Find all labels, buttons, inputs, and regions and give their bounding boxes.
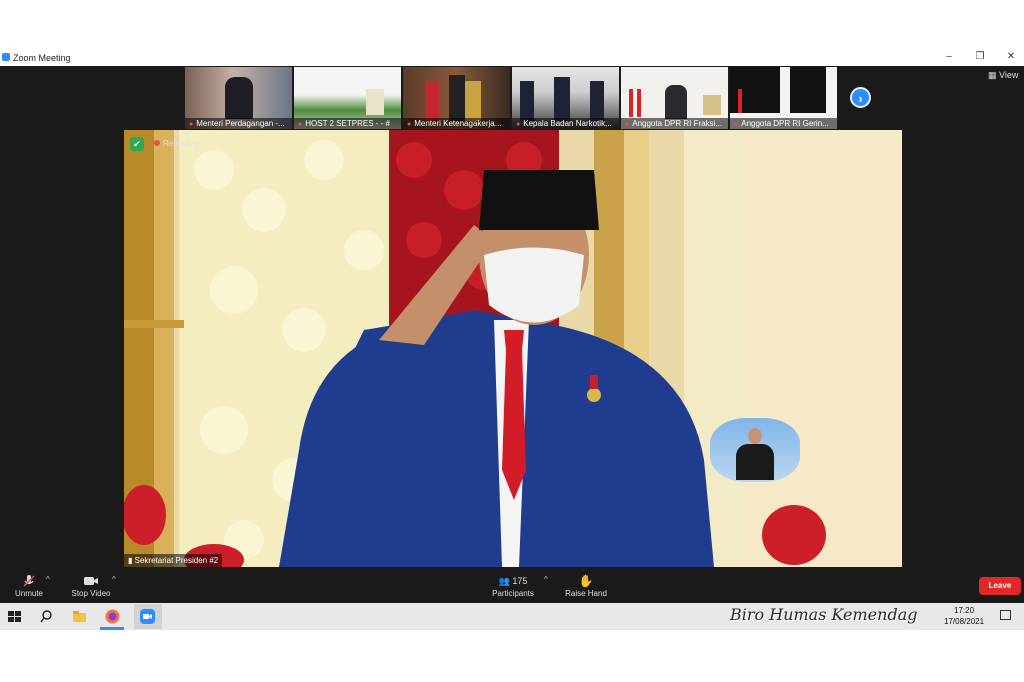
mic-muted-icon: ● (189, 121, 194, 128)
participants-icon: 👥 (498, 576, 513, 586)
watermark-text: Biro Humas Kemendag (730, 605, 918, 624)
mic-muted-icon: ● (407, 121, 412, 128)
window-titlebar: Zoom Meeting – ❐ ✕ (0, 50, 1024, 66)
flag-figure (629, 89, 633, 117)
recording-dot-icon (154, 140, 160, 146)
thumbnail-name: Anggota DPR RI Gerin... (741, 119, 829, 128)
grid-icon: ▦ (988, 70, 1000, 80)
video-camera-icon (84, 577, 98, 585)
window-title: Zoom Meeting (13, 53, 71, 63)
thumbnail-name: Menteri Perdagangan -... (196, 119, 285, 128)
recording-label: Recording (163, 139, 200, 148)
participant-figure (590, 81, 604, 121)
hand-icon: ✋ (578, 574, 594, 588)
search-icon[interactable] (38, 608, 55, 625)
participant-figure (449, 75, 465, 121)
participant-figure (366, 89, 384, 115)
mic-muted-icon: ● (734, 121, 739, 128)
meeting-window: ● Menteri Perdagangan -... ● HOST 2 SETPRE… (0, 66, 1024, 603)
participants-count: 175 (512, 576, 528, 586)
view-label: View (999, 70, 1019, 80)
zoom-taskbar-button[interactable] (134, 604, 162, 629)
meeting-toolbar: Unmute ^ Stop Video ^ 👥 175 Participants… (0, 569, 1024, 603)
thumbnail-video[interactable]: ● Kepala Badan Narkotik... (512, 67, 619, 129)
thumbnail-video[interactable]: ● Anggota DPR RI Fraksi... (621, 67, 728, 129)
system-clock[interactable]: 17:20 17/08/2021 (944, 605, 984, 627)
participant-figure (425, 81, 439, 121)
participant-figure (465, 81, 481, 121)
clock-time: 17:20 (954, 606, 975, 615)
speaker-video-frame (124, 130, 902, 567)
speaker-name-label: ▮ Sekretariat Presiden #2 (124, 554, 223, 567)
stop-video-button[interactable]: Stop Video (68, 573, 114, 598)
thumbnail-name: HOST 2 SETPRES - - # (305, 119, 390, 128)
active-app-indicator (100, 627, 124, 630)
thumbnail-video[interactable]: ● Menteri Perdagangan -... (185, 67, 292, 129)
zoom-app-icon (140, 609, 155, 624)
main-speaker-video[interactable]: ✔ Recording ▮ Sekretariat Presiden #2 (124, 130, 902, 567)
participant-figure (554, 77, 570, 121)
flag-figure (738, 89, 742, 113)
thumbnail-name: Kepala Badan Narkotik... (523, 119, 612, 128)
firefox-icon[interactable] (104, 608, 121, 625)
restore-icon[interactable]: ❐ (973, 51, 987, 63)
sign-language-interpreter-video (710, 418, 800, 482)
signal-bars-icon: ▮ (128, 556, 135, 565)
raise-hand-label: Raise Hand (565, 589, 607, 598)
zoom-logo-icon (2, 53, 10, 61)
participant-figure (790, 67, 826, 113)
mic-muted-icon: ● (516, 121, 521, 128)
mic-muted-icon (23, 575, 35, 587)
recording-indicator: Recording (154, 139, 199, 148)
notification-icon[interactable] (1000, 610, 1011, 620)
next-page-button[interactable]: › (850, 87, 871, 108)
thumbnail-video[interactable]: ● Menteri Ketenagakerja... (403, 67, 510, 129)
clock-date: 17/08/2021 (944, 617, 985, 626)
flag-figure (637, 89, 641, 117)
thumbnail-name: Anggota DPR RI Fraksi... (632, 119, 723, 128)
thumbnail-video[interactable]: ● Anggota DPR RI Gerin... (730, 67, 837, 129)
decoration-figure (703, 95, 721, 115)
mic-muted-icon: ● (298, 121, 303, 128)
mic-muted-icon: ● (625, 121, 630, 128)
file-explorer-icon[interactable] (71, 608, 88, 625)
stop-video-label: Stop Video (71, 589, 111, 598)
participants-button[interactable]: 👥 175 Participants (489, 573, 537, 598)
unmute-button[interactable]: Unmute (12, 573, 46, 598)
chevron-right-icon: › (858, 91, 863, 106)
windows-start-icon[interactable] (6, 608, 23, 625)
view-button[interactable]: ▦ View (988, 70, 1018, 81)
minimize-icon[interactable]: – (942, 51, 956, 63)
participant-figure (665, 85, 687, 119)
participants-label: Participants (492, 589, 534, 598)
participant-figure (520, 81, 534, 121)
thumbnail-name: Menteri Ketenagakerja... (414, 119, 502, 128)
audio-options-caret-icon[interactable]: ^ (46, 575, 50, 584)
security-shield-icon[interactable]: ✔ (130, 137, 144, 151)
raise-hand-button[interactable]: ✋ Raise Hand (564, 573, 608, 598)
participant-figure (225, 77, 253, 119)
unmute-label: Unmute (14, 589, 43, 598)
video-options-caret-icon[interactable]: ^ (112, 575, 116, 584)
participants-caret-icon[interactable]: ^ (544, 575, 548, 584)
close-icon[interactable]: ✕ (1004, 51, 1018, 63)
thumbnail-video[interactable]: ● HOST 2 SETPRES - - # (294, 67, 401, 129)
leave-button[interactable]: Leave (979, 577, 1021, 595)
